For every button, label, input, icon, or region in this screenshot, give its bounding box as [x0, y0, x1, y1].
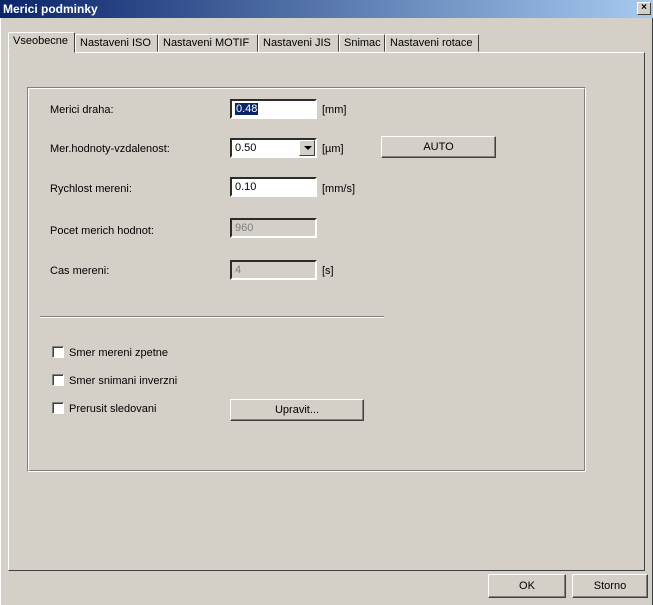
merici-draha-unit: [mm]	[322, 104, 347, 116]
rychlost-label: Rychlost mereni:	[50, 183, 132, 195]
tab-nastaveni-jis[interactable]: Nastaveni JIS	[258, 34, 339, 52]
tab-nastaveni-rotace[interactable]: Nastaveni rotace	[385, 34, 479, 52]
separator	[40, 316, 384, 318]
prerusit-label: Prerusit sledovani	[69, 403, 157, 415]
storno-button-label: Storno	[593, 580, 627, 592]
prerusit-checkbox[interactable]	[52, 402, 64, 414]
rychlost-input[interactable]: 0.10	[230, 177, 317, 197]
smer-snimani-label: Smer snimani inverzni	[69, 375, 178, 387]
mer-hodnoty-value: 0.50	[235, 142, 257, 154]
smer-mereni-label: Smer mereni zpetne	[69, 347, 169, 359]
cas-field: 4	[230, 260, 317, 280]
auto-button[interactable]: AUTO	[381, 136, 496, 158]
tab-label: Vseobecne	[13, 35, 69, 47]
ok-button-label: OK	[519, 580, 535, 592]
tab-nastaveni-motif[interactable]: Nastaveni MOTIF	[158, 34, 258, 52]
tab-snimac[interactable]: Snimac	[339, 34, 385, 52]
tab-label: Nastaveni MOTIF	[163, 37, 250, 49]
pocet-value: 960	[235, 222, 254, 234]
rychlost-unit: [mm/s]	[322, 183, 355, 195]
tab-vseobecne[interactable]: Vseobecne	[8, 32, 75, 53]
auto-button-label: AUTO	[423, 141, 454, 153]
smer-mereni-checkbox[interactable]	[52, 346, 64, 358]
tab-nastaveni-iso[interactable]: Nastaveni ISO	[75, 34, 158, 52]
merici-draha-label: Merici draha:	[50, 104, 114, 116]
rychlost-value: 0.10	[235, 181, 257, 193]
tab-label: Nastaveni ISO	[80, 37, 151, 49]
storno-button[interactable]: Storno	[572, 574, 648, 598]
chevron-down-icon[interactable]	[299, 140, 315, 156]
title-bar: Merici podminky ×	[0, 0, 653, 18]
upravit-button-label: Upravit...	[274, 404, 319, 416]
mer-hodnoty-label: Mer.hodnoty-vzdalenost:	[50, 143, 170, 155]
mer-hodnoty-unit: [µm]	[322, 143, 344, 155]
window-title: Merici podminky	[3, 2, 98, 16]
tab-label: Nastaveni JIS	[263, 37, 331, 49]
smer-snimani-checkbox[interactable]	[52, 374, 64, 386]
mer-hodnoty-select[interactable]: 0.50	[230, 138, 317, 158]
cas-label: Cas mereni:	[50, 265, 110, 277]
ok-button[interactable]: OK	[488, 574, 566, 598]
close-icon: ×	[641, 2, 647, 13]
tab-label: Snimac	[344, 37, 381, 49]
pocet-label: Pocet merich hodnot:	[50, 225, 154, 237]
pocet-field: 960	[230, 218, 317, 238]
tab-label: Nastaveni rotace	[390, 37, 473, 49]
cas-unit: [s]	[322, 265, 334, 277]
cas-value: 4	[235, 264, 242, 276]
upravit-button[interactable]: Upravit...	[230, 399, 364, 421]
merici-draha-value: 0.48	[235, 103, 259, 115]
merici-draha-input[interactable]: 0.48	[230, 99, 317, 119]
close-button[interactable]: ×	[637, 2, 651, 15]
